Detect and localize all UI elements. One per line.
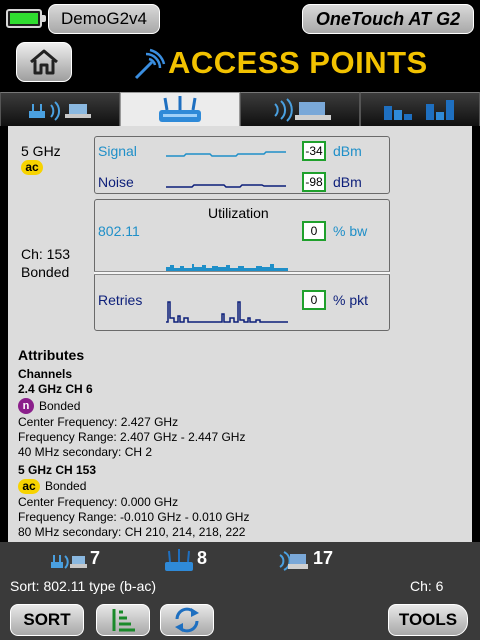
noise-label: Noise	[98, 174, 134, 190]
channel-2-bonded: Bonded	[45, 479, 87, 493]
sort-order-button[interactable]	[96, 604, 150, 636]
access-point-count-icon	[165, 549, 193, 571]
channel-label: Ch: 153 Bonded	[21, 245, 70, 281]
channel-1-frequency-range: Frequency Range: 2.407 GHz - 2.447 GHz	[18, 430, 246, 444]
attributes-heading: Attributes	[18, 347, 85, 363]
channel-2-title: 5 GHz CH 153	[18, 463, 97, 477]
ac-badge: ac	[21, 160, 43, 175]
tab-bar	[0, 92, 480, 126]
tab-clients[interactable]	[240, 92, 360, 126]
clients-tab-icon	[274, 97, 331, 122]
signal-label: Signal	[98, 143, 137, 159]
retries-sparkline	[166, 301, 288, 323]
title-row: ACCESS POINTS	[0, 36, 480, 92]
retries-value: 0	[302, 290, 326, 310]
channels-heading: Channels	[18, 367, 73, 381]
band-label: 5 GHz	[21, 143, 61, 159]
networks-tab-icon	[29, 100, 91, 121]
sort-status: Sort: 802.11 type (b-ac)	[10, 578, 157, 594]
access-point-count: 8	[197, 548, 208, 568]
clients-count-icon	[279, 551, 308, 571]
device-name: DemoG2v4	[61, 9, 147, 28]
noise-value: -98	[302, 172, 326, 192]
clients-count: 17	[313, 548, 334, 568]
product-name: OneTouch AT G2	[315, 8, 461, 29]
noise-unit: dBm	[333, 174, 362, 190]
home-icon	[30, 49, 58, 75]
networks-count-icon	[51, 555, 87, 569]
access-point-detail[interactable]: 5 GHz ac Ch: 153 Bonded Signal -34 dBm N…	[8, 126, 472, 542]
device-name-button[interactable]: DemoG2v4	[48, 4, 160, 34]
sort-button[interactable]: SORT	[10, 604, 84, 636]
footer: 7 8 17 Sort: 802.11 type (b-ac) Ch: 6 SO…	[0, 542, 480, 640]
tab-networks[interactable]	[0, 92, 120, 126]
utilization-sparkline	[166, 264, 288, 271]
tab-channels[interactable]	[360, 92, 480, 126]
home-button[interactable]	[16, 42, 72, 82]
channel-1-bonded: Bonded	[39, 399, 81, 413]
tools-button[interactable]: TOOLS	[388, 604, 468, 636]
utilization-value: 0	[302, 221, 326, 241]
channels-tab-icon	[384, 99, 454, 120]
utilization-label: 802.11	[98, 223, 140, 239]
battery-icon	[6, 9, 46, 28]
ac-badge: ac	[18, 479, 40, 494]
count-bar: 7 8 17	[0, 546, 480, 578]
refresh-icon	[175, 607, 199, 633]
sort-order-icon	[112, 609, 135, 632]
utilization-divider	[94, 271, 390, 275]
signal-sparkline	[166, 151, 286, 157]
n-badge: n	[18, 398, 34, 414]
utilization-unit: % bw	[333, 223, 368, 239]
product-name-button[interactable]: OneTouch AT G2	[302, 4, 474, 34]
channel-2-secondary: 80 MHz secondary: CH 210, 214, 218, 222	[18, 525, 246, 539]
access-point-tab-icon	[159, 95, 201, 122]
refresh-button[interactable]	[160, 604, 214, 636]
noise-sparkline	[166, 184, 286, 188]
channel-1-secondary: 40 MHz secondary: CH 2	[18, 445, 153, 459]
sort-button-label: SORT	[23, 610, 71, 629]
channel-1-center-frequency: Center Frequency: 2.427 GHz	[18, 415, 179, 429]
channel-2-center-frequency: Center Frequency: 0.000 GHz	[18, 495, 179, 509]
retries-unit: % pkt	[333, 292, 369, 308]
channel-1-title: 2.4 GHz CH 6	[18, 382, 93, 396]
channel-2-frequency-range: Frequency Range: -0.010 GHz - 0.010 GHz	[18, 510, 250, 524]
retries-label: Retries	[98, 292, 143, 308]
tools-button-label: TOOLS	[398, 610, 458, 629]
wifi-antenna-icon	[134, 48, 166, 80]
channel-status: Ch: 6	[410, 578, 444, 594]
networks-count: 7	[90, 548, 101, 568]
utilization-title: Utilization	[208, 205, 269, 221]
tab-access-points[interactable]	[120, 92, 240, 126]
channel-number: Ch: 153	[21, 246, 71, 262]
page-title: ACCESS POINTS	[168, 45, 428, 80]
signal-unit: dBm	[333, 143, 362, 159]
status-bar: DemoG2v4 OneTouch AT G2	[0, 0, 480, 36]
channel-bonded: Bonded	[21, 264, 70, 280]
signal-value: -34	[302, 141, 326, 161]
